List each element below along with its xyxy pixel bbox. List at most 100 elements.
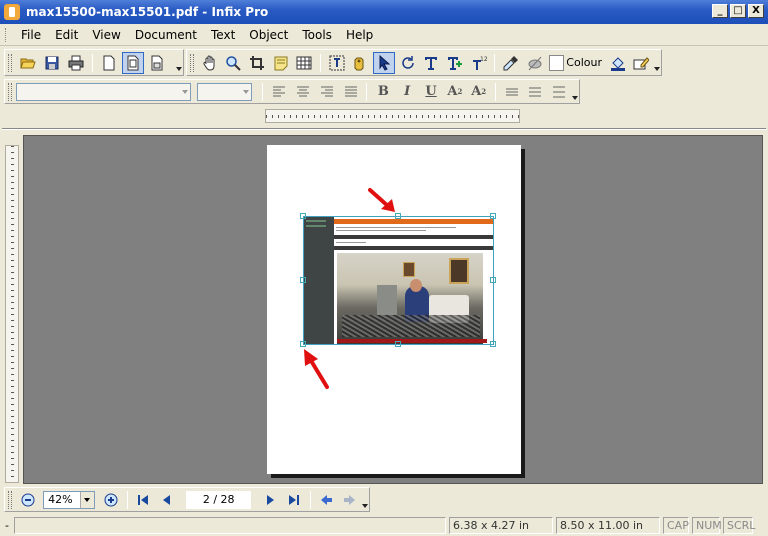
menu-grip[interactable] — [5, 28, 8, 42]
align-justify-icon — [344, 86, 357, 96]
font-select[interactable] — [15, 82, 191, 101]
text-select-button[interactable] — [326, 52, 348, 74]
line-spacing-3-button[interactable] — [548, 81, 570, 103]
link-tool-button[interactable] — [350, 52, 372, 74]
first-page-button[interactable] — [133, 489, 154, 511]
zoom-out-button[interactable] — [17, 489, 38, 511]
minimize-button[interactable]: _ — [712, 4, 728, 18]
align-right-button[interactable] — [316, 81, 338, 103]
note-icon — [274, 56, 288, 70]
toolbar-overflow[interactable] — [361, 489, 369, 511]
resize-handle[interactable] — [490, 341, 496, 347]
window-title: max15500-max15501.pdf - Infix Pro — [26, 5, 269, 19]
line-spacing-2-button[interactable] — [524, 81, 546, 103]
page-number-field[interactable]: 2 / 28 — [185, 490, 252, 509]
resize-handle[interactable] — [300, 213, 306, 219]
menu-text[interactable]: Text — [204, 24, 242, 46]
zoom-in-button[interactable] — [100, 489, 121, 511]
toolbar-separator — [309, 490, 311, 509]
svg-text:123: 123 — [480, 56, 487, 63]
grid-tool-button[interactable] — [293, 52, 315, 74]
edit-button[interactable] — [631, 52, 653, 74]
zoom-tool-button[interactable] — [223, 52, 245, 74]
underline-button[interactable]: U — [420, 82, 442, 102]
toolbar-overflow[interactable] — [653, 52, 661, 74]
toolbar-separator — [262, 82, 264, 101]
resize-handle[interactable] — [395, 341, 401, 347]
open-button[interactable] — [17, 52, 39, 74]
horizontal-ruler-area — [0, 106, 768, 130]
eraser-icon — [528, 56, 542, 70]
colour-swatch[interactable] — [548, 54, 565, 71]
hand-tool-button[interactable] — [199, 52, 221, 74]
view-divider — [2, 128, 766, 130]
toolbar-grip[interactable] — [190, 53, 194, 72]
scrl-indicator: SCRL — [723, 516, 755, 534]
text-select-icon — [329, 55, 345, 70]
menu-document[interactable]: Document — [128, 24, 204, 46]
eyedropper-button[interactable] — [500, 52, 522, 74]
superscript-button[interactable]: A2 — [444, 82, 466, 102]
hand-icon — [203, 55, 215, 71]
menu-view[interactable]: View — [85, 24, 127, 46]
arrow-select-button[interactable] — [373, 51, 395, 74]
align-center-button[interactable] — [292, 81, 314, 103]
toolbar-overflow[interactable] — [175, 52, 183, 74]
fit-page-button[interactable] — [122, 51, 144, 74]
maximize-button[interactable]: □ — [730, 4, 746, 18]
toolbar-separator — [126, 490, 128, 509]
menu-help[interactable]: Help — [339, 24, 380, 46]
line-spacing-1-button[interactable] — [501, 81, 523, 103]
resize-handle[interactable] — [490, 277, 496, 283]
chevron-down-icon[interactable] — [80, 491, 95, 508]
pdf-page[interactable] — [267, 145, 521, 474]
last-page-button[interactable] — [284, 489, 305, 511]
subscript-label: A — [471, 84, 482, 99]
menu-edit[interactable]: Edit — [48, 24, 85, 46]
single-page-button[interactable] — [98, 52, 120, 74]
document-canvas[interactable] — [23, 135, 763, 484]
align-right-icon — [320, 86, 333, 96]
toolbar-grip[interactable] — [8, 490, 12, 509]
close-button[interactable]: X — [748, 4, 764, 18]
align-justify-button[interactable] — [340, 81, 362, 103]
eraser-button[interactable] — [524, 52, 546, 74]
numbering-icon: 123 — [472, 56, 487, 70]
previous-page-button[interactable] — [156, 489, 177, 511]
add-text-button[interactable] — [444, 52, 466, 74]
align-left-button[interactable] — [268, 81, 290, 103]
menu-file[interactable]: File — [14, 24, 48, 46]
save-button[interactable] — [41, 52, 63, 74]
resize-handle[interactable] — [300, 277, 306, 283]
crop-tool-button[interactable] — [246, 52, 268, 74]
forward-button[interactable] — [339, 489, 360, 511]
fit-page-icon — [127, 55, 139, 70]
back-button[interactable] — [316, 489, 337, 511]
facing-page-button[interactable] — [146, 52, 168, 74]
font-size-select[interactable] — [196, 82, 253, 101]
resize-handle[interactable] — [490, 213, 496, 219]
italic-button[interactable]: I — [396, 82, 418, 102]
text-tool-button[interactable] — [420, 52, 442, 74]
rotate-tool-button[interactable] — [397, 52, 419, 74]
bold-button[interactable]: B — [372, 82, 394, 102]
zoom-select[interactable]: 42% — [43, 490, 96, 509]
next-page-button[interactable] — [260, 489, 281, 511]
subscript-button[interactable]: A2 — [468, 82, 490, 102]
note-tool-button[interactable] — [270, 52, 292, 74]
arrow-select-icon — [379, 54, 391, 71]
toolbar-separator — [494, 53, 496, 72]
menu-tools[interactable]: Tools — [295, 24, 339, 46]
toolbar-overflow[interactable] — [571, 81, 579, 103]
fill-button[interactable] — [607, 52, 629, 74]
selection-box[interactable] — [303, 216, 494, 345]
numbering-button[interactable]: 123 — [468, 52, 490, 74]
toolbar-grip[interactable] — [8, 53, 12, 72]
toolbar-grip[interactable] — [8, 82, 12, 101]
back-icon — [321, 494, 333, 505]
cap-indicator: CAP — [663, 516, 689, 534]
toolbar-separator — [92, 53, 93, 72]
menu-object[interactable]: Object — [242, 24, 295, 46]
colour-label[interactable]: Colour — [566, 56, 602, 69]
print-button[interactable] — [65, 52, 87, 74]
